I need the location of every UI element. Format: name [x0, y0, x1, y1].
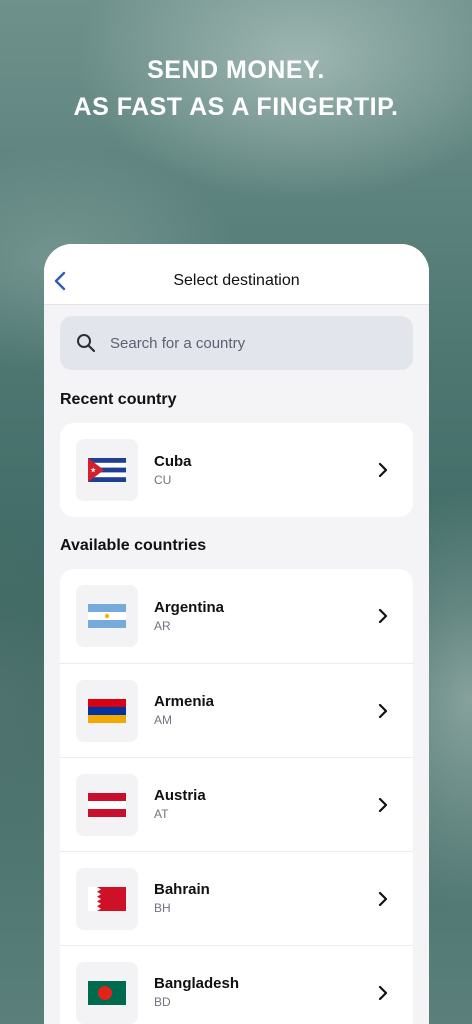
page-title: Select destination: [173, 272, 300, 289]
list-item-bahrain[interactable]: Bahrain BH: [60, 851, 413, 945]
country-name: Austria: [154, 787, 206, 804]
argentina-flag-icon: [88, 604, 126, 628]
chevron-right-icon: [378, 891, 388, 907]
top-bar: Select destination: [44, 244, 429, 305]
search-icon: [77, 334, 96, 353]
chevron-right-icon: [378, 608, 388, 624]
country-name: Bangladesh: [154, 975, 240, 992]
bangladesh-flag-icon: [88, 980, 126, 1005]
search-field[interactable]: [60, 316, 413, 370]
list-item-argentina[interactable]: Argentina AR: [60, 569, 413, 663]
flag-tile: [76, 773, 138, 836]
list-item-austria[interactable]: Austria AT: [60, 757, 413, 851]
chevron-right-icon: [378, 703, 388, 719]
hero-line-1: SEND MONEY.: [147, 56, 325, 84]
country-code: AT: [154, 807, 169, 821]
chevron-left-icon: [54, 271, 66, 291]
list-item-bangladesh[interactable]: Bangladesh BD: [60, 945, 413, 1024]
flag-tile: [76, 961, 138, 1024]
list-item-cuba[interactable]: Cuba CU: [60, 423, 413, 517]
chevron-right-icon: [378, 797, 388, 813]
hero-line-2: AS FAST AS A FINGERTIP.: [73, 93, 399, 121]
country-code: BD: [154, 995, 171, 1009]
flag-tile: [76, 585, 138, 647]
chevron-right-icon: [378, 462, 388, 478]
available-countries-list: Argentina AR Armenia AM Austria AT Bahra…: [60, 569, 413, 1024]
country-code: BH: [154, 901, 171, 915]
chevron-right-icon: [378, 985, 388, 1001]
available-countries-heading: Available countries: [60, 537, 207, 554]
country-name: Argentina: [154, 598, 225, 616]
country-name: Bahrain: [154, 881, 210, 898]
back-button[interactable]: [52, 270, 68, 292]
recent-country-heading: Recent country: [60, 391, 177, 408]
country-code: CU: [154, 472, 172, 487]
list-item-armenia[interactable]: Armenia AM: [60, 663, 413, 757]
country-code: AM: [154, 713, 172, 727]
flag-tile: [76, 867, 138, 930]
flag-tile: [76, 679, 138, 742]
country-code: AR: [154, 618, 171, 633]
search-input[interactable]: [110, 334, 390, 352]
bahrain-flag-icon: [88, 886, 126, 911]
flag-tile: [76, 439, 138, 501]
app-screen: Select destination Recent country Cu: [44, 244, 429, 1024]
country-name: Cuba: [154, 452, 192, 470]
country-name: Armenia: [154, 693, 215, 710]
austria-flag-icon: [88, 792, 126, 817]
hero-headline: SEND MONEY. AS FAST AS A FINGERTIP.: [0, 52, 472, 126]
recent-country-list: Cuba CU: [60, 423, 413, 517]
armenia-flag-icon: [88, 698, 126, 723]
cuba-flag-icon: [88, 458, 126, 482]
